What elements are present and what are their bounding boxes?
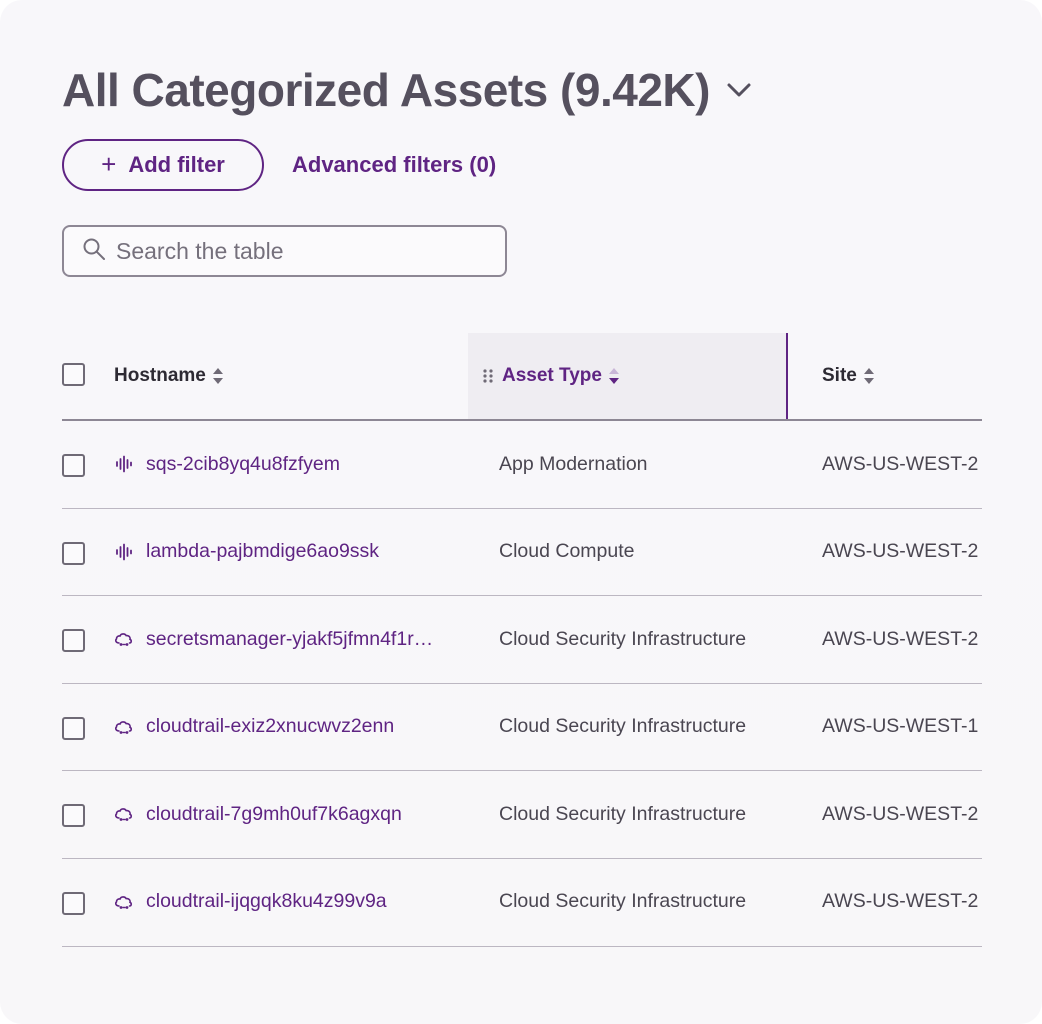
- hostname-cell[interactable]: cloudtrail-7g9mh0uf7k6agxqn: [114, 771, 402, 857]
- activity-wave-icon: [114, 454, 134, 474]
- table-row[interactable]: secretsmanager-yjakf5jfmn4f1r… Cloud Sec…: [62, 596, 982, 684]
- activity-wave-icon: [114, 542, 134, 562]
- search-box[interactable]: [62, 225, 507, 277]
- site-cell: AWS-US-WEST-2: [822, 627, 979, 650]
- column-label-hostname: Hostname: [114, 365, 206, 386]
- table-row[interactable]: cloudtrail-7g9mh0uf7k6agxqn Cloud Securi…: [62, 771, 982, 859]
- advanced-filters-link[interactable]: Advanced filters (0): [292, 152, 496, 178]
- row-checkbox[interactable]: [62, 541, 85, 565]
- column-label-asset-type: Asset Type: [502, 365, 602, 386]
- column-label-site: Site: [822, 365, 857, 386]
- assets-card: All Categorized Assets (9.42K) + Add fil…: [0, 0, 1042, 1024]
- hostname-cell[interactable]: sqs-2cib8yq4u8fzfyem: [114, 421, 340, 507]
- asset-type-cell: App Modernation: [499, 452, 648, 475]
- select-all-checkbox[interactable]: [62, 363, 85, 386]
- hostname-cell[interactable]: secretsmanager-yjakf5jfmn4f1r…: [114, 596, 433, 682]
- sort-desc-icon[interactable]: [608, 365, 620, 387]
- site-cell: AWS-US-WEST-2: [822, 802, 979, 825]
- table-row[interactable]: sqs-2cib8yq4u8fzfyem App Modernation AWS…: [62, 421, 982, 509]
- hostname-link[interactable]: cloudtrail-ijqgqk8ku4z99v9a: [146, 890, 387, 913]
- site-cell: AWS-US-WEST-2: [822, 890, 979, 913]
- hostname-link[interactable]: cloudtrail-7g9mh0uf7k6agxqn: [146, 803, 402, 826]
- cloud-network-icon: [114, 892, 134, 912]
- site-cell: AWS-US-WEST-2: [822, 452, 979, 475]
- page-title: All Categorized Assets (9.42K): [62, 64, 710, 116]
- asset-type-cell: Cloud Compute: [499, 540, 635, 563]
- hostname-link[interactable]: sqs-2cib8yq4u8fzfyem: [146, 453, 340, 476]
- hostname-link[interactable]: secretsmanager-yjakf5jfmn4f1r…: [146, 628, 433, 651]
- row-checkbox[interactable]: [62, 716, 85, 740]
- table-row[interactable]: cloudtrail-ijqgqk8ku4z99v9a Cloud Securi…: [62, 859, 982, 947]
- plus-icon: +: [101, 149, 117, 179]
- filter-bar: + Add filter Advanced filters (0): [62, 139, 496, 191]
- sort-icon[interactable]: [863, 365, 875, 387]
- cloud-network-icon: [114, 629, 134, 649]
- row-checkbox[interactable]: [62, 891, 85, 915]
- search-input[interactable]: [116, 237, 476, 265]
- search-icon: [82, 237, 106, 266]
- column-header-site[interactable]: Site: [822, 333, 875, 419]
- table-row[interactable]: lambda-pajbmdige6ao9ssk Cloud Compute AW…: [62, 509, 982, 597]
- asset-type-cell: Cloud Security Infrastructure: [499, 802, 747, 825]
- cloud-network-icon: [114, 717, 134, 737]
- asset-type-cell: Cloud Security Infrastructure: [499, 890, 747, 913]
- add-filter-label: Add filter: [128, 152, 225, 177]
- add-filter-button[interactable]: + Add filter: [62, 139, 264, 191]
- row-checkbox[interactable]: [62, 804, 85, 828]
- hostname-link[interactable]: cloudtrail-exiz2xnucwvz2enn: [146, 715, 394, 738]
- hostname-cell[interactable]: cloudtrail-exiz2xnucwvz2enn: [114, 684, 394, 770]
- row-checkbox[interactable]: [62, 454, 85, 477]
- table-row[interactable]: cloudtrail-exiz2xnucwvz2enn Cloud Securi…: [62, 684, 982, 772]
- drag-handle-icon[interactable]: [482, 368, 494, 384]
- asset-type-cell: Cloud Security Infrastructure: [499, 627, 747, 650]
- hostname-link[interactable]: lambda-pajbmdige6ao9ssk: [146, 540, 379, 563]
- site-cell: AWS-US-WEST-2: [822, 540, 979, 563]
- title-row: All Categorized Assets (9.42K): [62, 62, 754, 118]
- site-cell: AWS-US-WEST-1: [822, 715, 979, 738]
- hostname-cell[interactable]: lambda-pajbmdige6ao9ssk: [114, 509, 379, 595]
- hostname-cell[interactable]: cloudtrail-ijqgqk8ku4z99v9a: [114, 859, 387, 945]
- sort-icon[interactable]: [212, 365, 224, 387]
- table-header: Hostname Asset Type Site: [62, 333, 982, 421]
- column-header-asset-type[interactable]: Asset Type: [468, 333, 788, 419]
- row-checkbox[interactable]: [62, 629, 85, 653]
- assets-table: Hostname Asset Type Site sqs-2cib8yq4u8f…: [62, 333, 982, 947]
- asset-type-cell: Cloud Security Infrastructure: [499, 715, 747, 738]
- chevron-down-icon[interactable]: [724, 75, 754, 105]
- column-header-hostname[interactable]: Hostname: [114, 333, 224, 419]
- cloud-network-icon: [114, 804, 134, 824]
